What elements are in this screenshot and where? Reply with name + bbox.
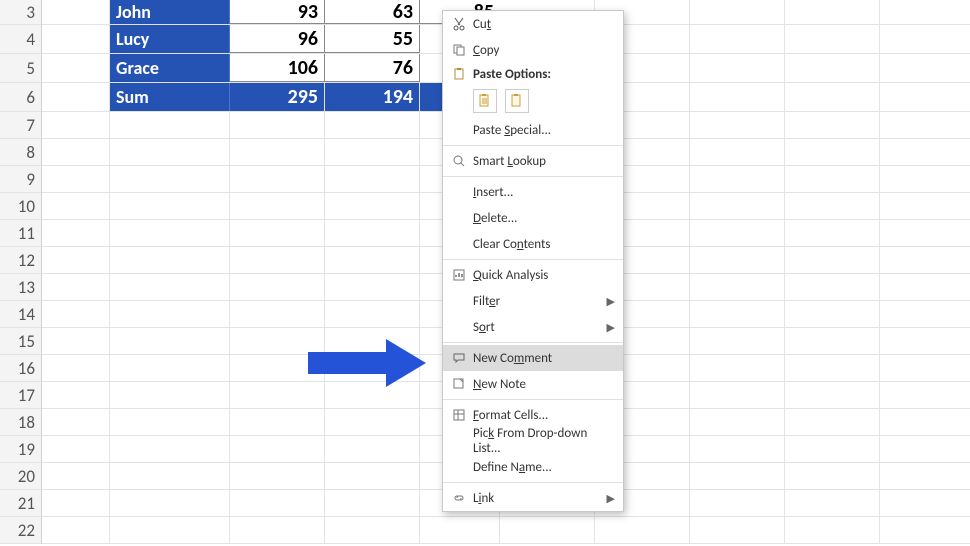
menu-label: Smart Lookup <box>473 154 615 169</box>
cell[interactable] <box>42 83 110 111</box>
pointer-arrow <box>308 339 438 387</box>
cell[interactable] <box>690 0 785 24</box>
cell-value[interactable]: 63 <box>325 0 420 24</box>
row-header[interactable]: 7 <box>0 112 42 139</box>
menu-pick-from-list[interactable]: Pick From Drop-down List... <box>443 428 623 454</box>
paste-options-row <box>443 85 623 117</box>
menu-label: Delete... <box>473 211 615 226</box>
cell[interactable] <box>785 83 880 111</box>
menu-delete[interactable]: Delete... <box>443 205 623 231</box>
cell[interactable] <box>690 83 785 111</box>
row-header[interactable]: 9 <box>0 166 42 193</box>
row-header[interactable]: 11 <box>0 220 42 247</box>
menu-label: Copy <box>473 43 615 58</box>
row-header[interactable]: 17 <box>0 382 42 409</box>
menu-label: Pick From Drop-down List... <box>473 426 615 456</box>
menu-label: Insert... <box>473 185 615 200</box>
paste-values-icon[interactable] <box>505 89 529 113</box>
row-header[interactable]: 6 <box>0 83 42 112</box>
menu-label: New Note <box>473 377 615 392</box>
cell-value[interactable]: 96 <box>230 25 325 53</box>
menu-label: Sort <box>473 320 607 335</box>
menu-quick-analysis[interactable]: Quick Analysis <box>443 262 623 288</box>
cell-value[interactable]: 106 <box>230 54 325 82</box>
cell[interactable] <box>42 25 110 53</box>
cell[interactable] <box>785 54 880 82</box>
row-headers: 3 4 5 6 7 8 9 10 11 12 13 14 15 16 17 18… <box>0 0 42 544</box>
cell[interactable] <box>42 54 110 82</box>
menu-filter[interactable]: Filter ▶ <box>443 288 623 314</box>
cell[interactable] <box>785 0 880 24</box>
cell-name[interactable]: Lucy <box>110 25 230 53</box>
search-icon <box>449 153 469 169</box>
menu-smart-lookup[interactable]: Smart Lookup <box>443 148 623 174</box>
menu-define-name[interactable]: Define Name... <box>443 454 623 480</box>
menu-format-cells[interactable]: Format Cells... <box>443 402 623 428</box>
cell-name[interactable]: Grace <box>110 54 230 82</box>
row-header[interactable]: 22 <box>0 517 42 544</box>
cell[interactable] <box>42 0 110 24</box>
cell[interactable] <box>690 54 785 82</box>
row-header[interactable]: 20 <box>0 463 42 490</box>
row-header[interactable]: 4 <box>0 25 42 54</box>
menu-new-comment[interactable]: New Comment <box>443 345 623 371</box>
menu-label: Quick Analysis <box>473 268 615 283</box>
menu-paste-options: Paste Options: <box>443 63 623 85</box>
menu-label: New Comment <box>473 351 615 366</box>
row-header[interactable]: 15 <box>0 328 42 355</box>
submenu-arrow-icon: ▶ <box>607 492 615 505</box>
menu-clear-contents[interactable]: Clear Contents <box>443 231 623 257</box>
cell-sum[interactable]: 194 <box>325 83 420 111</box>
cell-sum[interactable]: 295 <box>230 83 325 111</box>
cell[interactable] <box>785 25 880 53</box>
menu-label: Format Cells... <box>473 408 615 423</box>
menu-label: Paste Special... <box>473 123 615 138</box>
paste-icon[interactable] <box>473 89 497 113</box>
row-header[interactable]: 5 <box>0 54 42 83</box>
row-header[interactable]: 14 <box>0 301 42 328</box>
menu-label: Clear Contents <box>473 237 615 252</box>
row-header[interactable]: 13 <box>0 274 42 301</box>
clipboard-icon <box>449 66 469 82</box>
menu-copy[interactable]: Copy <box>443 37 623 63</box>
menu-label: Link <box>473 491 607 506</box>
menu-insert[interactable]: Insert... <box>443 179 623 205</box>
menu-label: Filter <box>473 294 607 309</box>
row-header[interactable]: 18 <box>0 409 42 436</box>
menu-paste-special[interactable]: Paste Special... <box>443 117 623 143</box>
note-icon <box>449 376 469 392</box>
cell-name[interactable]: John <box>110 0 230 24</box>
menu-label: Define Name... <box>473 460 615 475</box>
row-header[interactable]: 10 <box>0 193 42 220</box>
context-menu: Cut Copy Paste Options: Paste Special...… <box>442 10 624 512</box>
row-header[interactable]: 8 <box>0 139 42 166</box>
format-cells-icon <box>449 407 469 423</box>
comment-icon <box>449 350 469 366</box>
cell[interactable] <box>690 25 785 53</box>
link-icon <box>449 490 469 506</box>
menu-link[interactable]: Link ▶ <box>443 485 623 511</box>
menu-label: Paste Options: <box>473 67 615 82</box>
menu-label: Cut <box>473 17 615 32</box>
cell-value[interactable]: 93 <box>230 0 325 24</box>
row-header[interactable]: 16 <box>0 355 42 382</box>
cell-name[interactable]: Sum <box>110 83 230 111</box>
menu-new-note[interactable]: New Note <box>443 371 623 397</box>
menu-sort[interactable]: Sort ▶ <box>443 314 623 340</box>
submenu-arrow-icon: ▶ <box>607 321 615 334</box>
cut-icon <box>449 16 469 32</box>
submenu-arrow-icon: ▶ <box>607 295 615 308</box>
row-header[interactable]: 12 <box>0 247 42 274</box>
row-header[interactable]: 21 <box>0 490 42 517</box>
quick-analysis-icon <box>449 267 469 283</box>
copy-icon <box>449 42 469 58</box>
cell-value[interactable]: 76 <box>325 54 420 82</box>
menu-cut[interactable]: Cut <box>443 11 623 37</box>
row-header[interactable]: 3 <box>0 0 42 25</box>
cell-value[interactable]: 55 <box>325 25 420 53</box>
row-header[interactable]: 19 <box>0 436 42 463</box>
